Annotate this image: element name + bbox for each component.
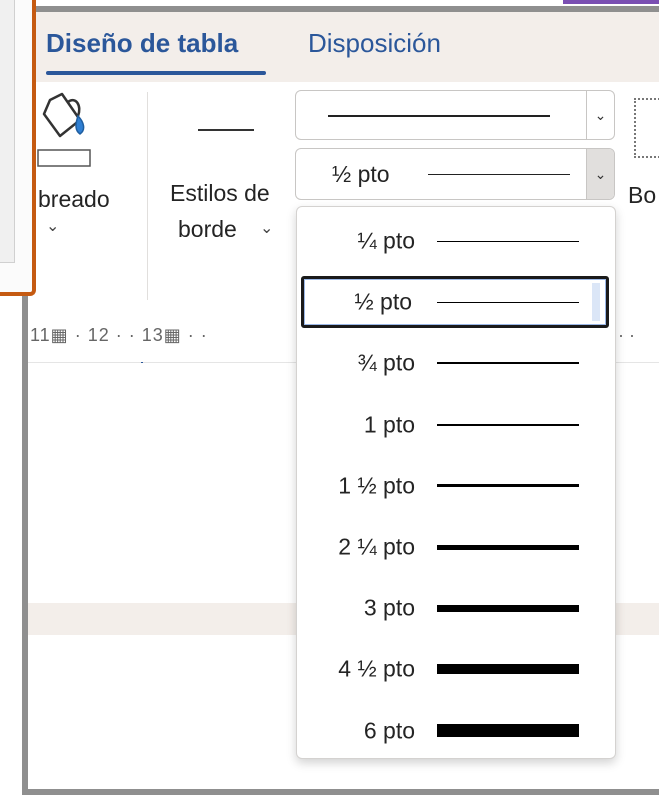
pen-style-dropdown-button[interactable]: ⌄ <box>586 91 614 139</box>
pen-weight-option[interactable]: 4 ½ pto <box>301 643 609 695</box>
chevron-down-icon: ⌄ <box>260 220 274 237</box>
tab-table-design[interactable]: Diseño de tabla <box>46 28 238 59</box>
pen-weight-option[interactable]: ¾ pto <box>301 337 609 389</box>
chevron-down-icon: ⌄ <box>594 165 607 182</box>
chevron-down-icon: ⌄ <box>594 106 607 123</box>
ruler-markings-right: · · <box>618 325 635 345</box>
active-tab-indicator <box>46 71 266 75</box>
pen-weight-option-label: ½ pto <box>354 288 412 315</box>
pen-weight-dropdown-button[interactable]: ⌄ <box>586 149 614 199</box>
pen-weight-option-label: 1 pto <box>363 411 415 438</box>
pen-weight-sample-line <box>437 724 579 738</box>
ribbon-separator <box>147 92 148 300</box>
pen-weight-option-label: ¾ pto <box>357 349 415 376</box>
pen-weight-option[interactable]: 2 ¼ pto <box>301 521 609 573</box>
pen-weight-option[interactable]: 1 pto <box>301 399 609 451</box>
pen-weight-sample-line <box>437 423 579 426</box>
border-styles-label-line1: Estilos de <box>170 180 270 206</box>
pen-weight-option-label: ¼ pto <box>357 227 415 254</box>
pen-weight-combo[interactable]: ½ pto ⌄ <box>295 148 615 200</box>
shading-button[interactable]: breado ⌄ <box>28 88 128 238</box>
window-accent <box>563 0 659 4</box>
pen-style-combo[interactable]: ⌄ <box>295 90 615 140</box>
pen-weight-option[interactable]: 6 pto <box>301 705 609 757</box>
pen-weight-option[interactable]: ½ pto <box>301 276 609 329</box>
pen-weight-sample-line <box>437 664 579 675</box>
pen-weight-sample-line <box>437 301 579 303</box>
pen-style-preview <box>328 115 550 117</box>
pen-weight-sample-line <box>437 240 579 242</box>
side-popup-content[interactable] <box>0 0 15 263</box>
pen-weight-option-label: 4 ½ pto <box>338 655 415 682</box>
border-style-line-icon <box>198 129 254 131</box>
title-strip <box>28 12 659 20</box>
chevron-down-icon: ⌄ <box>46 218 60 235</box>
pen-weight-preview <box>428 174 570 175</box>
selection-highlight <box>592 283 600 322</box>
tab-layout[interactable]: Disposición <box>308 28 441 59</box>
pen-weight-sample-line <box>437 544 579 550</box>
pen-weight-value: ½ pto <box>332 161 390 187</box>
pen-weight-option[interactable]: 3 pto <box>301 582 609 634</box>
borders-icon <box>634 98 659 158</box>
border-styles-button[interactable]: Estilos de borde ⌄ <box>160 88 288 258</box>
ruler-markings: 11▦ · 12 · · 13▦ · · <box>30 325 208 345</box>
pen-weight-option-label: 3 pto <box>363 594 415 621</box>
pen-weight-sample-line <box>437 362 579 365</box>
borders-label: Bo <box>628 182 657 208</box>
shading-label: breado <box>38 186 110 212</box>
pen-weight-dropdown-list: ¼ pto ½ pto ¾ pto 1 pto 1 ½ pto 2 ¼ pto 3 pto 4… <box>296 206 616 759</box>
pen-weight-option[interactable]: ¼ pto <box>301 215 609 267</box>
pen-weight-sample-line <box>437 604 579 612</box>
borders-button[interactable]: Bo <box>628 92 659 242</box>
pen-weight-sample-line <box>437 484 579 488</box>
pen-weight-option-label: 6 pto <box>363 717 415 744</box>
paint-bucket-icon <box>37 92 91 167</box>
pen-weight-option[interactable]: 1 ½ pto <box>301 460 609 512</box>
pen-weight-option-label: 1 ½ pto <box>338 472 415 499</box>
pen-weight-option-label: 2 ¼ pto <box>338 533 415 560</box>
border-styles-label-line2: borde <box>178 216 237 242</box>
